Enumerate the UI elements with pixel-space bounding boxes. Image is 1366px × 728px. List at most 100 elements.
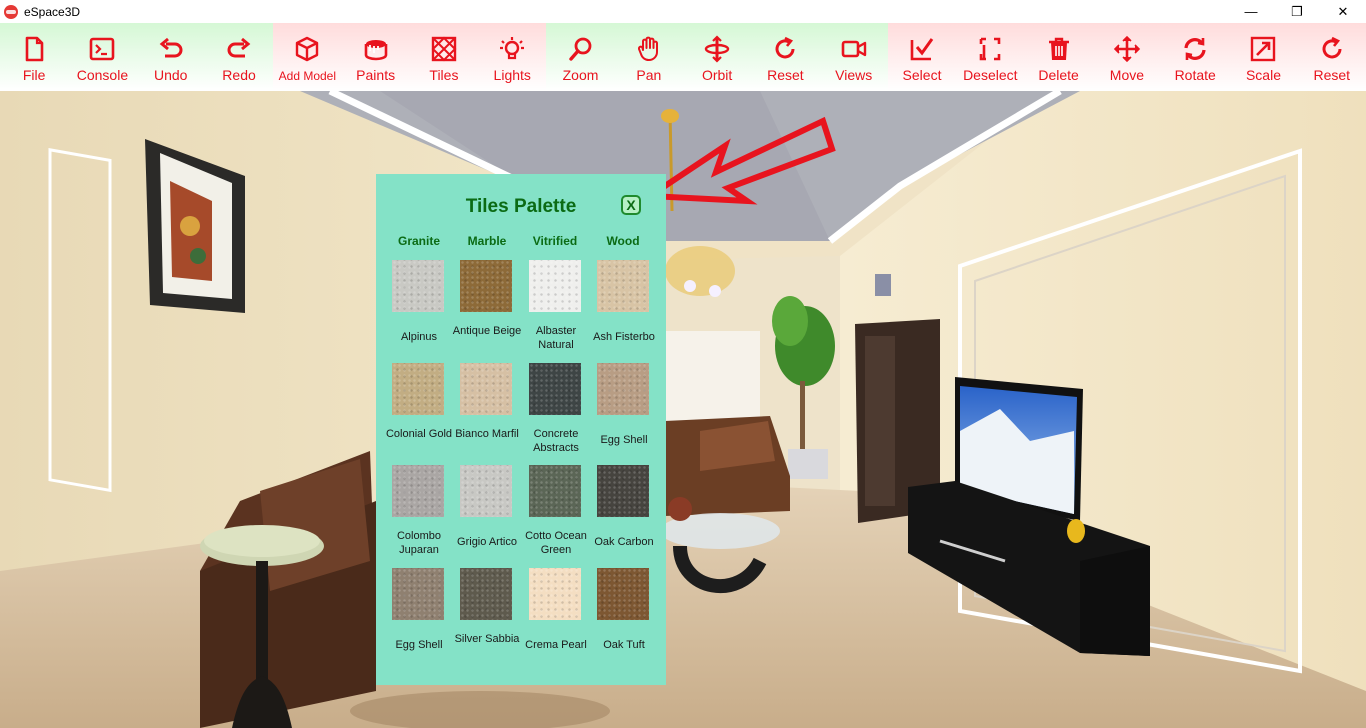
trash-icon [1048,37,1069,60]
reset-camera-button[interactable]: Reset [751,23,819,91]
column-header-marble[interactable]: Marble [453,234,521,248]
tile-swatch[interactable] [597,568,649,620]
move-button[interactable]: Move [1093,23,1161,91]
tile-name: Colonial Gold [385,428,453,440]
console-label: Console [76,67,129,83]
rotate-button[interactable]: Rotate [1161,23,1229,91]
reset-camera-label: Reset [767,67,804,83]
app-logo-icon [4,4,18,19]
3d-viewport[interactable] [0,91,1366,728]
pan-label: Pan [636,67,662,83]
tile-swatch[interactable] [529,568,581,620]
tile-name: Antique Beige [452,325,522,337]
tile-swatch[interactable] [597,363,649,415]
delete-label: Delete [1038,67,1079,83]
views-button[interactable]: Views [820,23,888,91]
rotate-label: Rotate [1174,67,1216,83]
redo-label: Redo [222,67,256,83]
paints-label: Paints [356,67,396,83]
main-toolbar: File Console Undo Redo Add Model Paints … [0,23,1366,91]
undo-label: Undo [154,67,188,83]
tile-swatch[interactable] [597,465,649,517]
file-button[interactable]: File [0,23,68,91]
tile-swatch[interactable] [392,363,444,415]
tile-name: Alpinus [400,331,438,343]
console-icon [90,37,115,61]
tile-swatch[interactable] [460,465,512,517]
column-header-wood[interactable]: Wood [589,234,657,248]
palette-close-button[interactable]: X [621,195,641,215]
tiles-button[interactable]: Tiles [410,23,478,91]
undo-button[interactable]: Undo [137,23,205,91]
tile-name: Oak Carbon [594,536,654,548]
undo-icon [159,37,183,58]
tile-name: Egg Shell [600,434,648,446]
orbit-icon [704,35,730,63]
scale-button[interactable]: Scale [1229,23,1297,91]
hand-icon [637,36,658,61]
annotation-arrow-icon [640,116,836,205]
tile-swatch[interactable] [392,465,444,517]
select-label: Select [902,67,942,83]
orbit-button[interactable]: Orbit [683,23,751,91]
restore-button[interactable]: ❐ [1274,0,1320,23]
tile-swatch[interactable] [529,260,581,312]
move-label: Move [1109,67,1145,83]
orbit-label: Orbit [701,67,733,83]
paints-button[interactable]: Paints [341,23,409,91]
file-label: File [22,67,46,83]
add-model-label: Add Model [278,69,337,83]
add-model-button[interactable]: Add Model [273,23,341,91]
window-controls: — ❐ ✕ [1228,0,1366,23]
toolbar-group-edit: Select Deselect Delete Move Rotate Scale… [887,23,1366,91]
tile-name: Grigio Artico [457,536,517,548]
file-icon [25,36,44,62]
column-header-granite[interactable]: Granite [385,234,453,248]
delete-button[interactable]: Delete [1024,23,1092,91]
move-arrows-icon [1113,35,1141,63]
magnifier-icon [568,37,591,61]
tile-swatch[interactable] [597,260,649,312]
zoom-button[interactable]: Zoom [546,23,614,91]
bulb-icon [500,37,525,60]
redo-button[interactable]: Redo [205,23,273,91]
column-header-vitrified[interactable]: Vitrified [521,234,589,248]
pan-button[interactable]: Pan [615,23,683,91]
toolbar-group-camera: Zoom Pan Orbit Reset Views [546,23,888,91]
scale-icon [1251,36,1276,62]
lights-button[interactable]: Lights [478,23,546,91]
views-label: Views [835,67,873,83]
deselect-button[interactable]: Deselect [956,23,1024,91]
tile-swatch[interactable] [529,465,581,517]
tiles-palette-panel: Tiles Palette X Granite Marble Vitrified… [376,174,666,685]
reset-icon [1322,36,1342,59]
tile-swatch[interactable] [460,568,512,620]
console-button[interactable]: Console [68,23,136,91]
tile-name: Bianco Marfil [455,428,519,440]
tile-swatch[interactable] [392,568,444,620]
cube-icon [296,36,319,62]
reset-icon [775,36,795,59]
tiles-icon [431,36,457,62]
tile-swatch[interactable] [392,260,444,312]
app-title: eSpace3D [24,4,81,19]
lights-label: Lights [493,67,531,83]
close-window-button[interactable]: ✕ [1320,0,1366,23]
minimize-button[interactable]: — [1228,0,1274,23]
reset-transform-label: Reset [1313,67,1351,83]
scale-label: Scale [1245,67,1281,83]
tile-swatch[interactable] [460,363,512,415]
tiles-label: Tiles [429,67,459,83]
tile-swatch[interactable] [529,363,581,415]
reset-transform-button[interactable]: Reset [1298,23,1366,91]
select-icon [910,38,934,61]
tile-swatch[interactable] [460,260,512,312]
deselect-label: Deselect [963,67,1018,83]
tile-name: Egg Shell [395,639,443,651]
select-button[interactable]: Select [888,23,956,91]
tile-name: Oak Tuft [603,639,645,651]
title-bar: eSpace3D — ❐ ✕ [0,0,1366,23]
zoom-label: Zoom [562,67,599,83]
paint-bucket-icon [364,40,387,61]
rotate-icon [1184,38,1206,60]
